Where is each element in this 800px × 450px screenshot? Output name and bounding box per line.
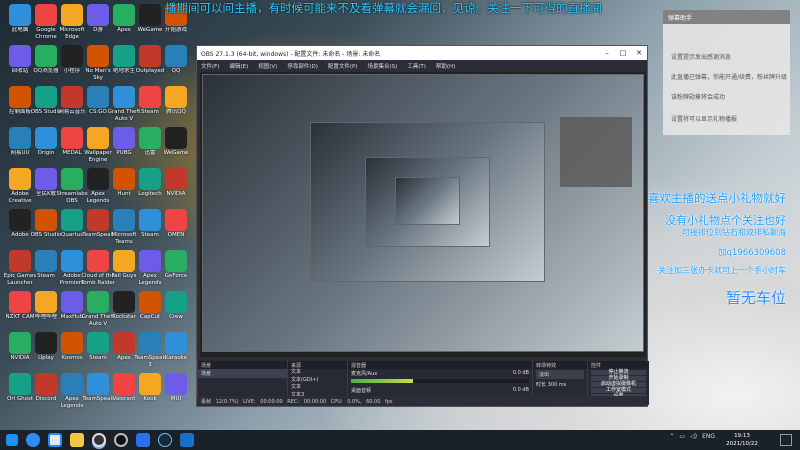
duration-label: 时长 [536,382,547,388]
obs-title: OBS 27.1.3 (64-bit, windows) - 配置文件: 未命名… [201,50,381,58]
taskbar-clock[interactable]: 19:13 2021/10/22 [722,432,762,448]
desktop-icon[interactable]: NVIDIA [158,168,194,205]
desktop-icon[interactable]: 腾讯QQ [158,86,194,123]
desktop-icon-label: Crew [169,314,183,320]
chat-line: 设置将可以显示礼物播报 [671,116,738,123]
desktop-icon-label: QQ [171,68,181,74]
chat-line: 设置提示发出感谢消息 [671,54,732,61]
mixer-channel-db: 0.0 dB [512,387,529,393]
chat-line: 此直播已弹幕，你能开通/续费，粉丝牌升级 [671,74,788,81]
desktop: 此电脑 Google Chrome Microsoft Edge D游 Apex WeGa… [0,0,800,430]
kook-icon[interactable] [26,433,40,447]
obs-status-bar: 丢帧 12(0.7%) LIVE: 00:00:00 REC: 00:00:00… [197,396,647,406]
desktop-icon-label: Karaoke [164,355,188,361]
app-icon [165,86,187,108]
transition-select[interactable]: 淡出 [536,370,584,379]
app-icon [165,127,187,149]
app-icon [165,45,187,67]
obs-window[interactable]: OBS 27.1.3 (64-bit, windows) - 配置文件: 未命名… [196,45,649,407]
danmaku-text: 暂无车位 [725,289,786,307]
notification-icon[interactable] [780,434,792,446]
app-icon[interactable] [136,433,150,447]
desktop-icon[interactable]: Karaoke [158,332,194,369]
chat-panel[interactable]: 弹幕助手 设置提示发出感谢消息 此直播已弹幕，你能开通/续费，粉丝牌升级 该粉牌… [663,10,790,135]
maximize-icon[interactable]: □ [615,49,631,57]
folder-icon[interactable] [70,433,84,447]
app-icon [165,291,187,313]
tray-chevron-icon[interactable]: ⌃ [669,433,674,440]
clock-time: 19:13 [734,433,750,439]
app-icon [165,250,187,272]
stream-ticker-text: 播期间可以问主播，有时候可能来不及看弹幕就会漏回，见谅。关注一下可得的直播间 [165,1,602,15]
desktop-icon-label: GeForce [164,273,188,279]
danmaku-text: 关注加三张办卡就可上一个手小时车 [658,266,786,275]
volume-icon[interactable]: ◁) [690,433,697,440]
menu-docks[interactable]: 停靠部件(D) [287,62,318,70]
source-item[interactable]: 文本 [288,369,347,377]
desktop-icon[interactable]: Crew [158,291,194,328]
desktop-icon-label: WeGame [163,150,189,156]
windows-start-icon[interactable] [6,434,18,446]
minimize-icon[interactable]: – [599,49,615,57]
desktop-icon[interactable]: OMEN [158,209,194,246]
duration-input[interactable]: 300 ms [548,382,567,388]
controls-header: 控件 [588,361,649,369]
source-item[interactable]: 文本 [288,384,347,392]
danmaku-text: 加q1966309608 [718,248,786,258]
desktop-icon[interactable]: MUI [158,373,194,410]
preview-chat-panel [560,117,632,187]
menu-help[interactable]: 帮助(H) [436,62,455,70]
desktop-icon-label: NVIDIA [166,191,186,197]
taskbar: ⌃ ▭ ◁) ENG 19:13 2021/10/22 [0,430,800,450]
danmaku-text: 没有小礼物点个关注也好 [665,214,786,227]
source-item[interactable]: 文本(GDI+) [288,377,347,385]
app-icon [165,332,187,354]
scenes-header: 场景 [198,361,287,369]
network-icon[interactable]: ▭ [679,433,685,440]
obs-menubar: 文件(F) 编辑(E) 视图(V) 停靠部件(D) 配置文件(P) 场景集合(S… [197,60,647,71]
clock-date: 2021/10/22 [726,441,758,447]
app-icon [165,373,187,395]
obs-studio-icon[interactable] [114,433,128,447]
danmaku-text: 喜欢主播的送点小礼物就好 [648,191,786,205]
app-icon [165,209,187,231]
app-icon [165,168,187,190]
mixer-channel-label: 桌面音频 [351,388,372,394]
scene-item[interactable]: 场景 [198,369,287,378]
danmaku-text: 可接排位到钻石和双排私聊海 [682,228,786,237]
mixer-level-meter [351,379,414,383]
desktop-icon-label: 开始游戏 [164,27,187,33]
transitions-header: 转场特效 [533,361,587,369]
chat-panel-title: 弹幕助手 [663,10,790,24]
desktop-icon[interactable]: GeForce [158,250,194,287]
mixer-header: 混音器 [348,361,532,369]
preview-nested-capture [395,177,460,225]
desktop-icon[interactable]: WeGame [158,127,194,164]
obs-preview[interactable] [200,72,646,357]
ime-label[interactable]: ENG [702,433,715,440]
close-icon[interactable]: ✕ [631,49,647,57]
chat-line: 该粉牌勋章将会成功 [671,94,726,101]
menu-file[interactable]: 文件(F) [201,62,219,70]
obs-icon[interactable] [92,433,106,447]
mixer-channel-db: 0.0 dB [512,370,529,376]
sources-header: 来源 [288,361,347,369]
menu-edit[interactable]: 编辑(E) [229,62,248,70]
app-icon[interactable] [180,433,194,447]
desktop-icon-label: MUI [170,396,182,402]
menu-scene-collection[interactable]: 场景集合(S) [367,62,397,70]
mixer-channel-label: 麦克风/Aux [351,371,378,377]
steam-icon[interactable] [158,433,172,447]
obs-titlebar[interactable]: OBS 27.1.3 (64-bit, windows) - 配置文件: 未命名… [197,46,647,60]
menu-tools[interactable]: 工具(T) [407,62,426,70]
desktop-icon-label: 腾讯QQ [166,109,186,115]
desktop-icon[interactable]: QQ [158,45,194,82]
menu-view[interactable]: 视图(V) [258,62,277,70]
store-icon[interactable] [48,433,62,447]
desktop-icon-label: OMEN [167,232,185,238]
menu-profile[interactable]: 配置文件(P) [328,62,358,70]
